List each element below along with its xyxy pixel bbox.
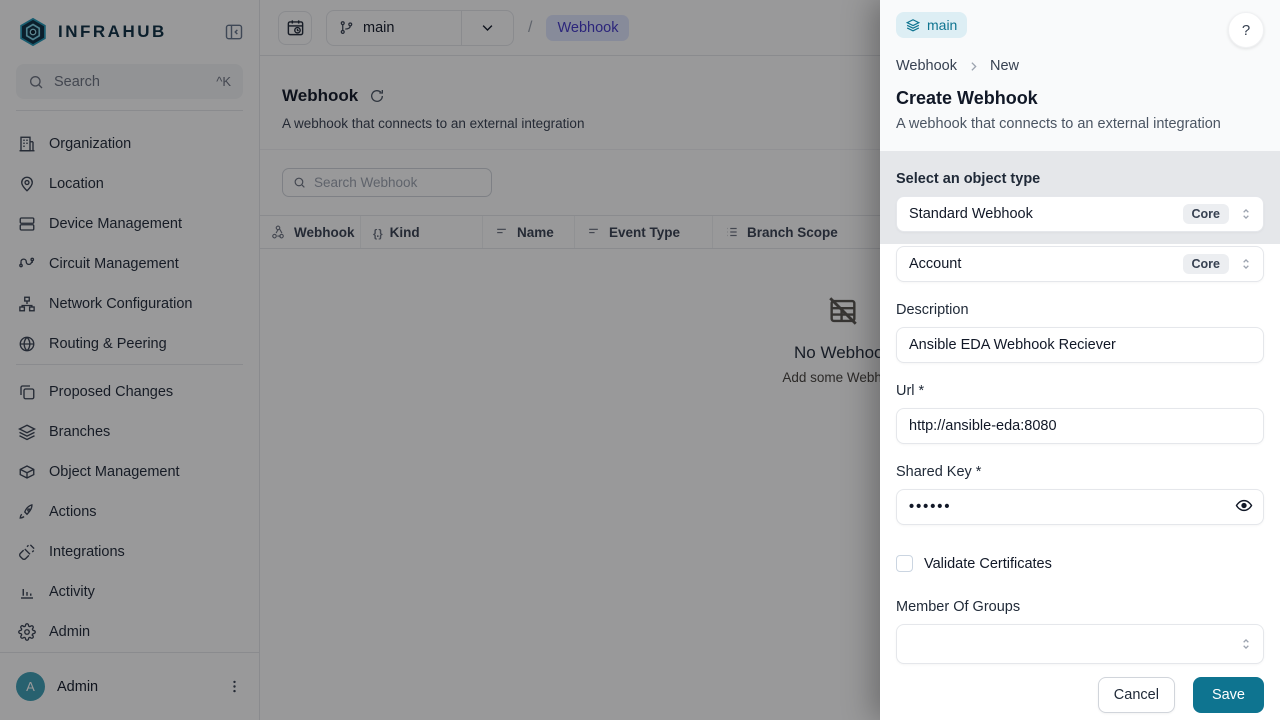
- url-input[interactable]: [896, 408, 1264, 444]
- object-type-value: Standard Webhook: [909, 206, 1175, 222]
- chevrons-up-down-icon: [1239, 257, 1253, 271]
- member-of-groups-label: Member Of Groups: [896, 599, 1264, 615]
- drawer-actions: Cancel Save: [896, 677, 1264, 713]
- branch-badge-label: main: [927, 17, 957, 33]
- validate-certificates-row: Validate Certificates: [896, 555, 1264, 572]
- validate-certificates-checkbox[interactable]: [896, 555, 913, 572]
- url-label: Url *: [896, 383, 1264, 399]
- object-type-select[interactable]: Standard Webhook Core: [896, 196, 1264, 232]
- save-button[interactable]: Save: [1193, 677, 1264, 713]
- validate-certificates-label: Validate Certificates: [924, 556, 1052, 572]
- chevrons-up-down-icon: [1239, 207, 1253, 221]
- object-type-label: Select an object type: [896, 171, 1264, 187]
- shared-key-input[interactable]: [896, 489, 1264, 525]
- cancel-button[interactable]: Cancel: [1098, 677, 1175, 713]
- breadcrumb-current: New: [990, 58, 1019, 74]
- branch-badge[interactable]: main: [896, 12, 967, 38]
- description-label: Description: [896, 302, 1264, 318]
- drawer-title: Create Webhook: [896, 88, 1264, 109]
- member-of-groups-select[interactable]: [896, 624, 1264, 664]
- chevron-right-icon: [967, 60, 980, 73]
- namespace-badge: Core: [1183, 254, 1229, 274]
- shared-key-label: Shared Key *: [896, 464, 1264, 480]
- account-select[interactable]: Account Core: [896, 246, 1264, 282]
- breadcrumb-parent[interactable]: Webhook: [896, 58, 957, 74]
- drawer-header: main ? Webhook New Create Webhook A webh…: [880, 0, 1280, 151]
- description-input[interactable]: [896, 327, 1264, 363]
- chevrons-up-down-icon: [1239, 637, 1253, 651]
- toggle-password-visibility-button[interactable]: [1235, 496, 1253, 514]
- namespace-badge: Core: [1183, 204, 1229, 224]
- layers-icon: [906, 18, 920, 32]
- shared-key-field: [896, 480, 1264, 525]
- account-select-value: Account: [909, 256, 1175, 272]
- create-webhook-drawer: main ? Webhook New Create Webhook A webh…: [880, 0, 1280, 720]
- drawer-form: Account Core Description Url * Shared Ke…: [880, 244, 1280, 720]
- eye-icon: [1235, 496, 1253, 514]
- help-button[interactable]: ?: [1228, 12, 1264, 48]
- drawer-subtitle: A webhook that connects to an external i…: [896, 116, 1264, 132]
- object-type-section: Select an object type Standard Webhook C…: [880, 151, 1280, 244]
- drawer-breadcrumb: Webhook New: [896, 58, 1264, 74]
